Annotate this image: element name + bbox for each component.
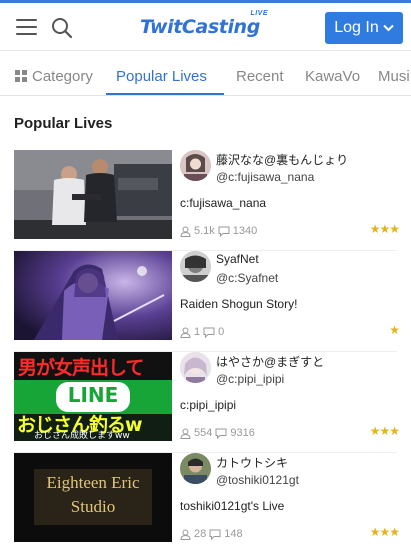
live-subtitle[interactable]: c:fujisawa_nana bbox=[180, 196, 266, 210]
avatar[interactable] bbox=[180, 150, 211, 181]
thumbnail-caption-line: LINE bbox=[67, 383, 119, 407]
viewer-count: 554 bbox=[194, 427, 213, 439]
header: TwitCasting LIVE Log In bbox=[0, 3, 411, 51]
menu-icon[interactable] bbox=[16, 18, 37, 35]
comment-count: 0 bbox=[218, 326, 225, 338]
live-thumbnail[interactable]: Eighteen Eric Studio bbox=[14, 453, 172, 542]
live-thumbnail[interactable] bbox=[14, 150, 172, 239]
rating-stars: ★ bbox=[389, 323, 400, 337]
live-subtitle[interactable]: c:pipi_ipipi bbox=[180, 398, 236, 412]
tab-popular-lives[interactable]: Popular Lives bbox=[116, 52, 207, 95]
live-thumbnail[interactable] bbox=[14, 251, 172, 340]
viewer-count: 5.1k bbox=[194, 225, 215, 237]
thumbnail-caption-sub: おじさん成敗しますww bbox=[34, 431, 130, 441]
live-stats: 1 0 bbox=[180, 326, 224, 338]
rating-stars: ★★★ bbox=[369, 424, 400, 438]
comment-icon bbox=[203, 327, 215, 338]
twitcasting-logo[interactable]: TwitCasting LIVE bbox=[140, 10, 270, 44]
comment-icon bbox=[218, 226, 230, 237]
viewer-icon bbox=[180, 529, 191, 540]
broadcaster-name[interactable]: 藤沢なな@裏もんじょり bbox=[216, 151, 348, 168]
viewer-icon bbox=[180, 428, 191, 439]
broadcaster-id[interactable]: @c:pipi_ipipi bbox=[216, 372, 284, 386]
comment-count: 1340 bbox=[232, 225, 258, 237]
comment-icon bbox=[215, 428, 227, 439]
grid-icon bbox=[15, 70, 27, 82]
avatar[interactable] bbox=[180, 352, 211, 383]
live-card[interactable]: Eighteen Eric Studio カトウトシキ @toshiki0121… bbox=[0, 453, 411, 553]
comment-count: 148 bbox=[224, 528, 243, 540]
broadcaster-name[interactable]: はやさか@まぎすと bbox=[216, 353, 324, 370]
live-stats: 5.1k 1340 bbox=[180, 225, 257, 237]
rating-stars: ★★★ bbox=[369, 525, 400, 539]
live-stats: 554 9316 bbox=[180, 427, 255, 439]
tab-category[interactable]: Category bbox=[15, 52, 93, 95]
thumbnail-caption-line2: Studio bbox=[70, 497, 116, 516]
live-card[interactable]: SyafNet @c:Syafnet Raiden Shogun Story! … bbox=[0, 251, 411, 352]
login-button[interactable]: Log In bbox=[325, 12, 403, 44]
live-card[interactable]: 男が女声出して LINE おじさん釣るw おじさん成敗しますww はやさか@まぎ… bbox=[0, 352, 411, 453]
live-subtitle[interactable]: Raiden Shogun Story! bbox=[180, 297, 297, 311]
category-tabs: Category Popular Lives Recent KawaVo Mus… bbox=[0, 52, 411, 96]
comment-count: 9316 bbox=[230, 427, 255, 439]
broadcaster-name[interactable]: SyafNet bbox=[216, 252, 259, 266]
active-tab-indicator bbox=[106, 93, 224, 95]
tab-music[interactable]: Musi bbox=[378, 52, 410, 95]
rating-stars: ★★★ bbox=[369, 222, 400, 236]
avatar[interactable] bbox=[180, 453, 211, 484]
live-thumbnail[interactable]: 男が女声出して LINE おじさん釣るw おじさん成敗しますww bbox=[14, 352, 172, 441]
tab-kawavo[interactable]: KawaVo bbox=[305, 52, 360, 95]
viewer-icon bbox=[180, 226, 191, 237]
live-card[interactable]: 藤沢なな@裏もんじょり @c:fujisawa_nana c:fujisawa_… bbox=[0, 150, 411, 251]
broadcaster-id[interactable]: @c:fujisawa_nana bbox=[216, 170, 314, 184]
live-stats: 28 148 bbox=[180, 528, 243, 540]
broadcaster-id[interactable]: @c:Syafnet bbox=[216, 271, 278, 285]
chevron-down-icon bbox=[383, 24, 394, 32]
avatar[interactable] bbox=[180, 251, 211, 282]
comment-icon bbox=[209, 529, 221, 540]
broadcaster-name[interactable]: カトウトシキ bbox=[216, 454, 288, 471]
viewer-count: 28 bbox=[194, 528, 207, 540]
tab-recent[interactable]: Recent bbox=[236, 52, 284, 95]
broadcaster-id[interactable]: @toshiki0121gt bbox=[216, 473, 299, 487]
thumbnail-caption-line1: Eighteen Eric bbox=[46, 473, 140, 492]
search-icon[interactable] bbox=[50, 16, 74, 40]
section-title: Popular Lives bbox=[14, 115, 113, 132]
live-subtitle[interactable]: toshiki0121gt's Live bbox=[180, 499, 284, 513]
viewer-count: 1 bbox=[194, 326, 201, 338]
thumbnail-caption-top: 男が女声出して bbox=[18, 357, 144, 379]
viewer-icon bbox=[180, 327, 191, 338]
